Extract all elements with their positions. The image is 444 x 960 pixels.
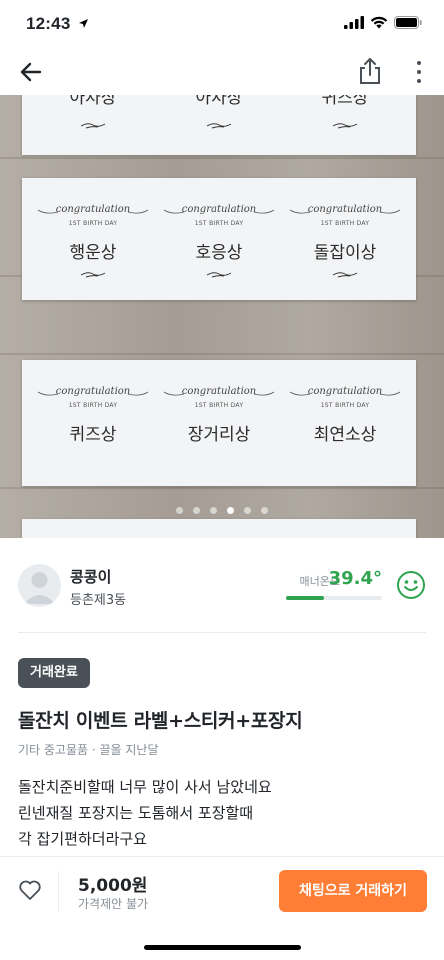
award-label: 아차상 — [195, 95, 243, 108]
battery-icon — [394, 16, 422, 29]
avatar[interactable] — [18, 564, 61, 607]
carousel-dot[interactable] — [176, 507, 183, 514]
cellular-signal-icon — [344, 16, 364, 29]
carousel-dot[interactable] — [227, 507, 234, 514]
more-vertical-icon[interactable] — [414, 60, 424, 84]
flourish-icon — [206, 123, 232, 129]
label-cell: congratulation 1ST BIRTH DAY 장거리상 — [156, 360, 282, 486]
label-cell: congratulation 1ST BIRTH DAY 퀴즈상 — [30, 360, 156, 486]
carousel-dot[interactable] — [193, 507, 200, 514]
description-line: 린넨재질 포장지는 도톰해서 포장할때 — [18, 804, 254, 822]
congratulation-script: congratulation — [181, 386, 257, 397]
share-icon[interactable] — [356, 56, 384, 86]
flourish-icon — [332, 272, 358, 278]
label-cell: congratulation 1ST BIRTH DAY 최연소상 — [282, 360, 408, 486]
arrow-left-icon[interactable] — [18, 58, 46, 86]
award-label: 퀴즈상 — [321, 95, 369, 108]
award-label: 돌잡이상 — [313, 243, 377, 263]
location-arrow-icon — [79, 19, 88, 28]
congratulation-script: congratulation — [307, 204, 383, 215]
carousel-dot[interactable] — [244, 507, 251, 514]
seller-name[interactable]: 콩콩이 — [70, 566, 111, 587]
flourish-icon — [332, 123, 358, 129]
birthday-subtitle: 1ST BIRTH DAY — [194, 402, 244, 409]
label-cell: 아차상 — [156, 95, 282, 155]
label-cell: congratulation 1ST BIRTH DAY 행운상 — [30, 178, 156, 300]
label-cell: congratulation 1ST BIRTH DAY 돌잡이상 — [282, 178, 408, 300]
label-sheet — [22, 519, 416, 538]
wood-plank-line — [0, 487, 444, 489]
congratulation-script: congratulation — [307, 386, 383, 397]
manner-temp-value: 39.4° — [328, 568, 382, 589]
status-time: 12:43 — [26, 14, 71, 33]
award-label: 아차상 — [69, 95, 117, 108]
description-line: 돌잔치준비할때 너무 많이 사서 남았네요 — [18, 778, 272, 796]
status-bar: 12:43 — [0, 0, 444, 50]
wifi-icon — [370, 16, 388, 29]
carousel-dot[interactable] — [210, 507, 217, 514]
congratulation-script: congratulation — [181, 204, 257, 215]
birthday-subtitle: 1ST BIRTH DAY — [320, 402, 370, 409]
flourish-icon — [80, 123, 106, 129]
price-offer-note: 가격제안 불가 — [78, 897, 149, 911]
seller-location: 등촌제3동 — [70, 593, 127, 608]
status-badge: 거래완료 — [18, 658, 90, 688]
label-sheet: 아차상 아차상 퀴즈상 — [22, 95, 416, 155]
birthday-subtitle: 1ST BIRTH DAY — [68, 220, 118, 227]
birthday-subtitle: 1ST BIRTH DAY — [68, 402, 118, 409]
divider — [18, 632, 426, 633]
birthday-subtitle: 1ST BIRTH DAY — [320, 220, 370, 227]
description-line: 각 잡기편하더라구요 — [18, 830, 147, 848]
smile-face-icon — [397, 571, 425, 599]
default-avatar-icon — [24, 572, 55, 604]
manner-temp-bar — [286, 596, 382, 600]
post-description: 돌잔치준비할때 너무 많이 사서 남았네요 린넨재질 포장지는 도톰해서 포장할… — [18, 774, 426, 852]
post-meta: 기타 중고물품 · 끌올 지난달 — [18, 743, 159, 757]
award-label: 최연소상 — [313, 425, 377, 445]
congratulation-script: congratulation — [55, 204, 131, 215]
flourish-icon — [80, 272, 106, 278]
award-label: 장거리상 — [187, 425, 251, 445]
manner-temp-fill — [286, 596, 325, 600]
carousel-dot[interactable] — [261, 507, 268, 514]
label-sheet: congratulation 1ST BIRTH DAY 퀴즈상 congrat… — [22, 360, 416, 486]
birthday-subtitle: 1ST BIRTH DAY — [194, 220, 244, 227]
wood-plank-line — [0, 353, 444, 355]
heart-outline-icon[interactable] — [18, 878, 42, 902]
wood-plank-line — [0, 157, 444, 159]
home-indicator[interactable] — [144, 945, 301, 950]
bottom-action-bar: 5,000원 가격제안 불가 채팅으로 거래하기 — [0, 856, 444, 926]
award-label: 호응상 — [195, 243, 243, 263]
product-photo-carousel[interactable]: 아차상 아차상 퀴즈상 congratulation 1ST BIRTH DAY… — [0, 95, 444, 538]
seller-profile[interactable]: 콩콩이 등촌제3동 매너온도 39.4° — [18, 558, 426, 618]
congratulation-script: congratulation — [55, 386, 131, 397]
award-label: 행운상 — [69, 243, 117, 263]
chat-to-trade-button[interactable]: 채팅으로 거래하기 — [279, 870, 427, 912]
top-nav-bar — [0, 50, 444, 95]
label-cell: 아차상 — [30, 95, 156, 155]
price: 5,000원 — [78, 876, 148, 896]
post-title: 돌잔치 이벤트 라벨+스티커+포장지 — [18, 710, 303, 732]
label-cell: congratulation 1ST BIRTH DAY 호응상 — [156, 178, 282, 300]
flourish-icon — [206, 272, 232, 278]
carousel-page-indicator — [0, 507, 444, 514]
award-label: 퀴즈상 — [69, 425, 117, 445]
vertical-divider — [58, 871, 59, 911]
label-cell: 퀴즈상 — [282, 95, 408, 155]
label-sheet: congratulation 1ST BIRTH DAY 행운상 congrat… — [22, 178, 416, 300]
